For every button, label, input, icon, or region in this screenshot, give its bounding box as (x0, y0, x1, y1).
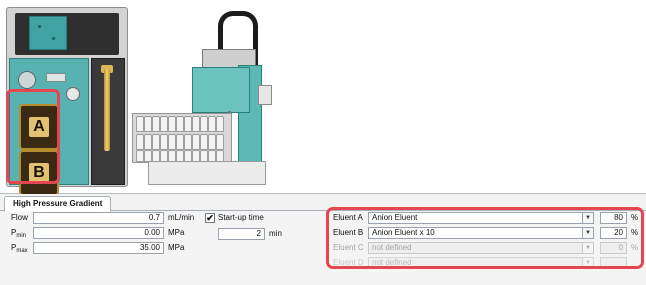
separation-column-icon (104, 69, 110, 151)
pmin-input[interactable]: 0.00 (33, 227, 164, 239)
vial-icon (160, 116, 168, 132)
column-compartment (91, 58, 125, 185)
vial-icon (216, 116, 224, 132)
vial-icon (208, 116, 216, 132)
chevron-down-icon: ▼ (582, 243, 593, 253)
vial-icon (176, 134, 184, 150)
tab-high-pressure-gradient[interactable]: High Pressure Gradient (4, 196, 112, 212)
vial-icon (160, 134, 168, 150)
vial-icon (192, 116, 200, 132)
app-window: A B High Pressure Gradient Flow 0.7 mL/m… (0, 0, 646, 285)
startup-time-label: Start-up time (218, 213, 264, 222)
eluent-c-selected-value: not defined (372, 243, 412, 252)
startup-time-checkbox[interactable]: ✔ (205, 213, 215, 223)
vial-icon (136, 116, 144, 132)
flow-input[interactable]: 0.7 (33, 212, 164, 224)
instrument-top-compartment (15, 13, 119, 55)
vial-icon (216, 134, 224, 150)
vial-icon (144, 116, 152, 132)
board-connector (38, 25, 41, 28)
eluent-c-percent-unit: % (631, 243, 639, 252)
vial-icon (136, 150, 144, 162)
eluent-b-percent-unit: % (631, 228, 639, 237)
eluent-c-select: not defined ▼ (368, 242, 594, 254)
pumps-highlight-frame (6, 89, 60, 184)
startup-time-input[interactable]: 2 (218, 228, 265, 240)
eluent-a-select[interactable]: Anion Eluent ▼ (368, 212, 594, 224)
vial-icon (136, 134, 144, 150)
board-connector (52, 37, 55, 40)
vial-icon (208, 134, 216, 150)
vial-icon (184, 134, 192, 150)
pmin-label: Pmin (11, 227, 26, 242)
pmax-unit: MPa (168, 243, 185, 252)
eluent-a-selected-value: Anion Eluent (372, 213, 418, 222)
sampler-base (148, 161, 266, 185)
pmin-label-sub: min (16, 233, 27, 239)
pmin-unit: MPa (168, 228, 185, 237)
eluent-b-select[interactable]: Anion Eluent x 10 ▼ (368, 227, 594, 239)
eluent-c-label: Eluent C (333, 243, 364, 252)
vial-icon (168, 134, 176, 150)
pressure-sensor-icon (66, 87, 80, 101)
gradient-settings-body: Flow 0.7 mL/min Pmin 0.00 MPa Pmax 35.00… (0, 211, 646, 285)
eluent-d-label: Eluent D (333, 258, 364, 267)
vial-icon (200, 116, 208, 132)
vial-icon (168, 116, 176, 132)
flow-label: Flow (11, 213, 28, 222)
sampler-head (192, 67, 250, 113)
eluent-d-selected-value: not defined (372, 258, 412, 267)
eluent-d-select: not defined ▼ (368, 257, 594, 269)
eluent-a-percent-input[interactable]: 80 (600, 212, 627, 224)
eluent-a-label: Eluent A (333, 213, 363, 222)
vial-icon (176, 116, 184, 132)
pmax-input[interactable]: 35.00 (33, 242, 164, 254)
flow-unit: mL/min (168, 213, 195, 222)
vial-icon (152, 134, 160, 150)
sampler-clip (258, 85, 272, 105)
sample-rack (132, 113, 232, 163)
eluent-c-percent-input: 0 (600, 242, 627, 254)
eluent-b-label: Eluent B (333, 228, 364, 237)
eluent-b-percent-input[interactable]: 20 (600, 227, 627, 239)
startup-time-unit: min (269, 229, 282, 238)
vial-icon (200, 134, 208, 150)
injection-valve-icon (18, 71, 36, 89)
chip-icon (46, 73, 66, 82)
vial-icon (144, 134, 152, 150)
eluent-b-selected-value: Anion Eluent x 10 (372, 228, 435, 237)
vial-icon (192, 134, 200, 150)
settings-panel: High Pressure Gradient Flow 0.7 mL/min P… (0, 194, 646, 285)
chevron-down-icon: ▼ (582, 258, 593, 268)
eluent-a-percent-unit: % (631, 213, 639, 222)
pmax-label: Pmax (11, 242, 28, 257)
autosampler-image[interactable] (130, 5, 280, 188)
control-board (29, 16, 67, 50)
eluent-d-percent-input (600, 257, 627, 269)
instrument-graphic-area: A B (0, 0, 646, 196)
pmax-label-sub: max (16, 248, 28, 254)
vial-icon (152, 116, 160, 132)
chevron-down-icon[interactable]: ▼ (582, 228, 593, 238)
vial-icon (184, 116, 192, 132)
chevron-down-icon[interactable]: ▼ (582, 213, 593, 223)
